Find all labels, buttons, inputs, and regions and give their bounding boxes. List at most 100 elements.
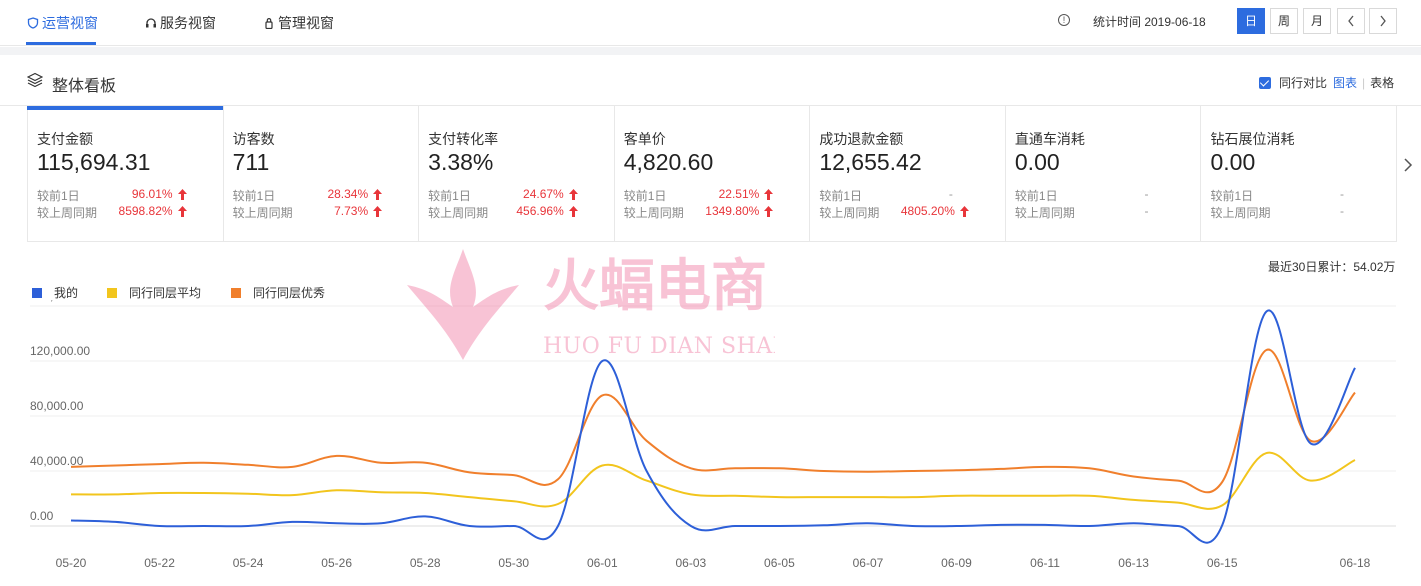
compare-percent: 8598.82%: [118, 204, 173, 218]
metric-compare-row: 较上周同期 8598.82%: [37, 204, 223, 220]
tab-service[interactable]: 服务视窗: [145, 13, 216, 33]
metric-name: 直通车消耗: [1014, 131, 1085, 147]
compare-label: 较上周同期: [428, 206, 489, 220]
legend-label: 同行同层优秀: [253, 286, 326, 300]
metric-card[interactable]: 支付转化率 3.38% 较前1日 24.67% 较上周同期 456.96%: [419, 106, 615, 241]
compare-percent: 7.73%: [334, 204, 369, 218]
metric-value: 3.38%: [428, 149, 494, 175]
metric-value: 0.00: [1014, 149, 1060, 175]
compare-percent: -: [948, 187, 953, 201]
compare-label: 较前1日: [232, 189, 276, 203]
metric-name: 支付转化率: [428, 131, 499, 147]
metric-name: 钻石展位消耗: [1210, 131, 1295, 147]
compare-label: 较前1日: [623, 189, 667, 203]
x-tick-label: 06-11: [1030, 556, 1060, 570]
tab-label: 服务视窗: [160, 15, 216, 31]
arrow-up-icon: [764, 189, 774, 200]
metric-name: 访客数: [232, 131, 275, 147]
tab-operations[interactable]: 运营视窗: [27, 13, 98, 33]
chevron-right-icon[interactable]: [1403, 157, 1413, 173]
metric-value: 12,655.42: [819, 149, 922, 175]
view-separator: |: [1362, 75, 1366, 90]
compare-label: 较上周同期: [1210, 206, 1271, 220]
compare-percent: -: [1144, 204, 1149, 218]
x-tick-label: 05-28: [410, 556, 441, 570]
compare-percent: 1349.80%: [705, 204, 760, 218]
lock-icon: [265, 18, 273, 29]
metric-name: 支付金额: [37, 131, 93, 147]
x-tick-label: 05-22: [144, 556, 175, 570]
metric-compare-row: 较上周同期 4805.20%: [819, 204, 1005, 220]
chevron-right-icon: [1380, 15, 1386, 27]
prev-date-button[interactable]: [1337, 8, 1365, 34]
metric-name: 客单价: [623, 131, 666, 147]
metric-name: 成功退款金额: [819, 131, 904, 147]
trend-chart: 0.0040,000.0080,000.00120,000.00160,000.…: [30, 300, 1396, 570]
metric-compare-row: 较前1日 28.34%: [233, 187, 419, 203]
y-tick-label: 160,000.00: [30, 300, 90, 303]
metric-card[interactable]: 客单价 4,820.60 较前1日 22.51% 较上周同期 1349.80%: [615, 106, 811, 241]
compare-toggle: 同行对比 图表 | 表格: [1259, 74, 1394, 91]
x-tick-label: 05-26: [321, 556, 352, 570]
legend-item-peer-excellent[interactable]: 同行同层优秀: [231, 284, 325, 301]
metric-compare-row: 较前1日 -: [819, 187, 1005, 203]
series-line-0[interactable]: [70, 309, 1356, 544]
view-table-link[interactable]: 表格: [1370, 74, 1394, 91]
y-tick-label: 120,000.00: [30, 344, 90, 358]
x-tick-label: 06-13: [1118, 556, 1149, 570]
metric-compare-row: 较前1日 -: [1015, 187, 1201, 203]
metric-card[interactable]: 访客数 711 较前1日 28.34% 较上周同期 7.73%: [224, 106, 420, 241]
x-tick-label: 06-18: [1340, 556, 1371, 570]
x-tick-label: 06-03: [676, 556, 707, 570]
period-month-button[interactable]: 月: [1303, 8, 1331, 34]
legend-swatch: [32, 287, 42, 298]
cumulative-total: 最近30日累计：54.02万: [1268, 260, 1396, 274]
x-tick-label: 06-09: [941, 556, 972, 570]
arrow-up-icon: [373, 189, 383, 200]
metric-cards: 支付金额 115,694.31 较前1日 96.01% 较上周同期 8598.82% 访客数…: [27, 106, 1397, 242]
metric-card[interactable]: 直通车消耗 0.00 较前1日 - 较上周同期 -: [1006, 106, 1202, 241]
section-divider: [0, 47, 1421, 55]
arrow-up-icon: [568, 189, 578, 200]
stat-time: 统计时间 2019-06-18: [1093, 15, 1206, 29]
metric-card[interactable]: 钻石展位消耗 0.00 较前1日 - 较上周同期 -: [1201, 106, 1396, 241]
metric-card[interactable]: 支付金额 115,694.31 较前1日 96.01% 较上周同期 8598.82%: [27, 106, 224, 241]
compare-label: 较上周同期: [37, 206, 98, 220]
metric-compare-row: 较上周同期 7.73%: [233, 204, 419, 220]
arrow-up-icon: [373, 206, 383, 217]
info-icon[interactable]: !: [1058, 14, 1070, 26]
metric-compare-row: 较上周同期 -: [1210, 204, 1396, 220]
next-date-button[interactable]: [1369, 8, 1397, 34]
metric-card[interactable]: 成功退款金额 12,655.42 较前1日 - 较上周同期 4805.20%: [810, 106, 1006, 241]
compare-percent: -: [1144, 187, 1149, 201]
period-day-button[interactable]: 日: [1237, 8, 1265, 34]
view-chart-link[interactable]: 图表: [1333, 74, 1357, 91]
board-header: 整体看板 同行对比 图表 | 表格: [0, 55, 1421, 106]
tab-management[interactable]: 管理视窗: [263, 13, 334, 33]
legend-item-mine[interactable]: 我的: [32, 284, 78, 301]
shield-icon: [27, 17, 39, 29]
board-title: 整体看板: [52, 78, 117, 95]
metric-value: 115,694.31: [37, 149, 151, 175]
arrow-up-icon: [959, 206, 969, 217]
metric-value: 711: [232, 149, 270, 175]
x-tick-label: 06-07: [853, 556, 884, 570]
compare-label: 同行对比: [1279, 76, 1328, 90]
tab-label: 运营视窗: [42, 15, 98, 31]
period-week-button[interactable]: 周: [1270, 8, 1298, 34]
legend-swatch: [231, 287, 241, 298]
compare-label: 较前1日: [37, 189, 80, 203]
legend-item-peer-average[interactable]: 同行同层平均: [107, 284, 201, 301]
series-line-1[interactable]: [70, 451, 1356, 510]
compare-percent: 4805.20%: [900, 204, 955, 218]
metric-compare-row: 较前1日 -: [1210, 187, 1396, 203]
compare-label: 较上周同期: [623, 206, 684, 220]
top-nav: 运营视窗 服务视窗 管理视窗 ! 统计时间 2019-06-18 日 周 月: [0, 0, 1421, 46]
compare-checkbox[interactable]: [1259, 76, 1271, 89]
x-tick-label: 05-20: [56, 556, 87, 570]
chevron-left-icon: [1348, 15, 1354, 27]
metric-compare-row: 较上周同期 456.96%: [428, 204, 614, 220]
tab-label: 管理视窗: [278, 15, 334, 31]
layers-icon: [27, 72, 43, 88]
compare-label: 较前1日: [819, 189, 862, 203]
